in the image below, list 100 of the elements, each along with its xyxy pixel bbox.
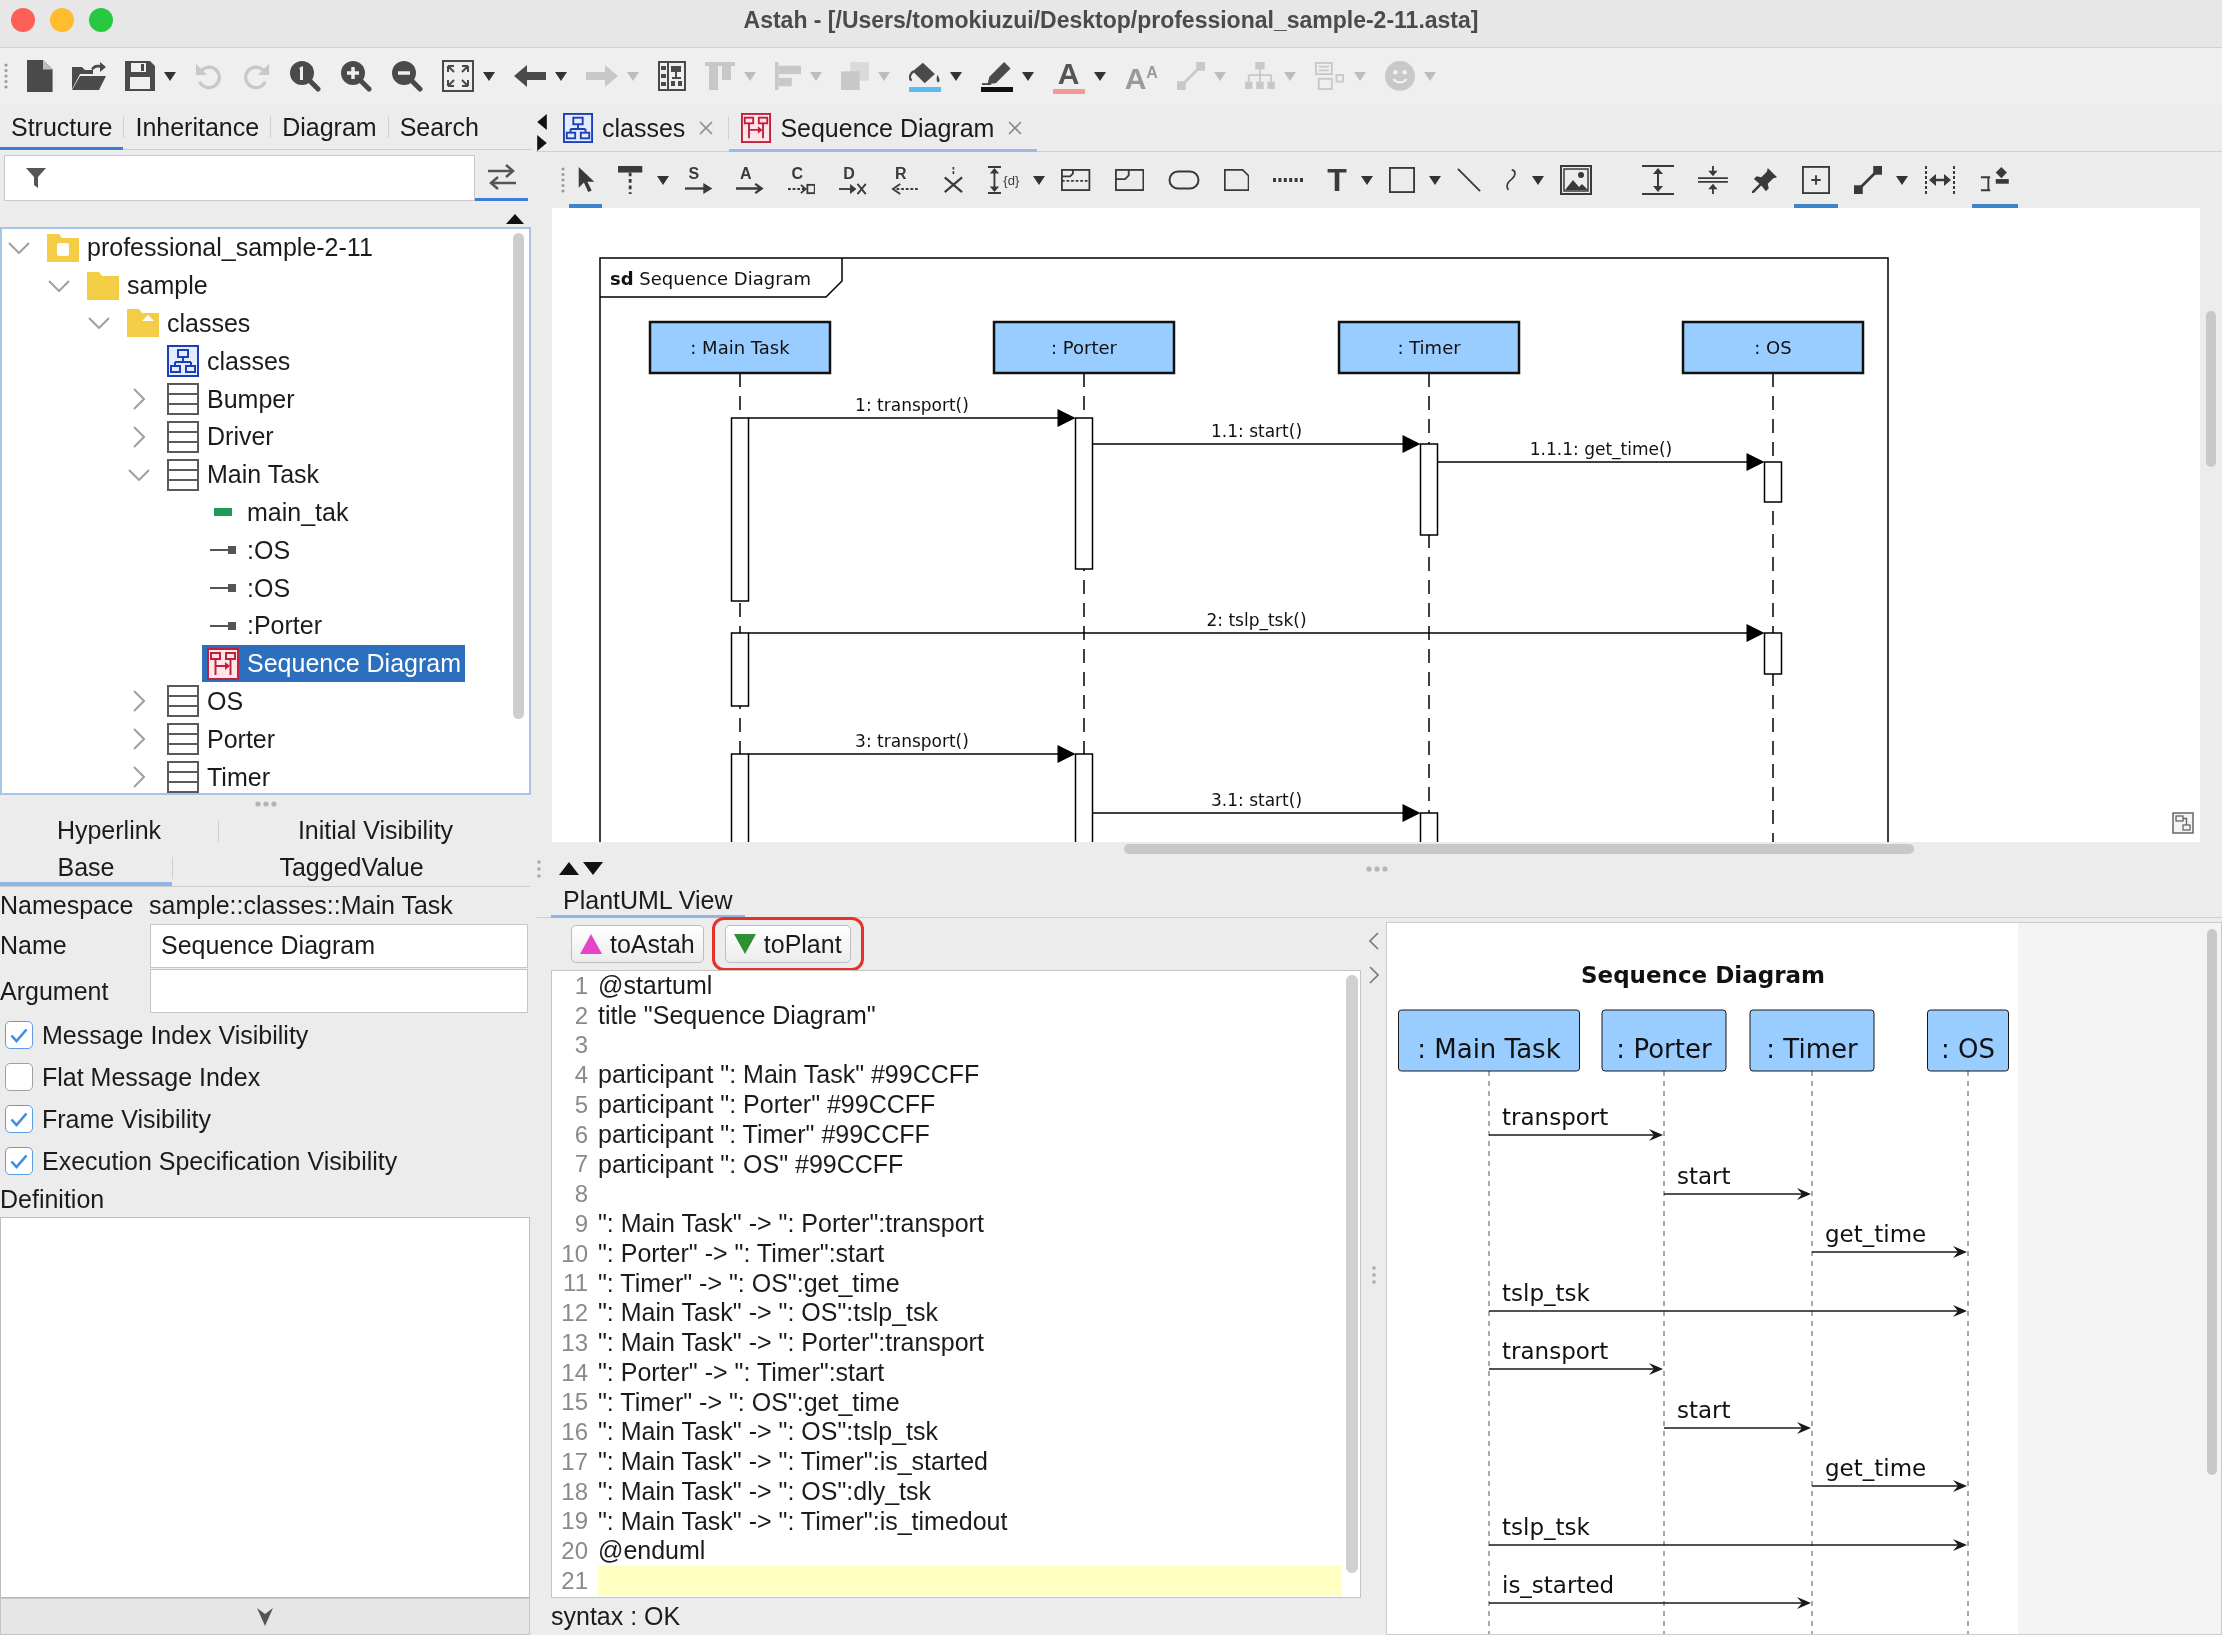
- fit-screen-icon[interactable]: [441, 60, 474, 92]
- to-plant-button[interactable]: toPlant: [724, 925, 851, 963]
- create-message-tool[interactable]: C: [779, 152, 824, 208]
- chevron-down-icon[interactable]: [88, 317, 110, 330]
- tree-item[interactable]: classes: [162, 342, 295, 380]
- checkbox[interactable]: [5, 1063, 33, 1091]
- caret-icon[interactable]: [1360, 175, 1373, 185]
- async-message-tool[interactable]: A: [728, 152, 772, 208]
- activation-bar[interactable]: [730, 417, 750, 602]
- tree-item[interactable]: :Porter: [202, 607, 327, 645]
- grip-icon[interactable]: [1366, 865, 1388, 872]
- destroy-message-tool[interactable]: D: [831, 152, 875, 208]
- chevron-right-icon[interactable]: [133, 728, 145, 751]
- tree-item[interactable]: Bumper: [162, 380, 299, 418]
- tree-item[interactable]: :OS: [202, 531, 295, 569]
- property-tab[interactable]: Initial Visibility: [219, 812, 532, 849]
- caret-icon[interactable]: [1093, 71, 1106, 81]
- magnifier-icon[interactable]: [288, 60, 321, 92]
- left-arrow-icon[interactable]: [513, 65, 546, 87]
- grip-icon[interactable]: [537, 858, 541, 879]
- close-icon[interactable]: [699, 121, 714, 135]
- text-tool[interactable]: T: [1319, 152, 1355, 208]
- caret-icon[interactable]: [482, 71, 495, 81]
- caret-icon[interactable]: [949, 71, 962, 81]
- chevron-right-icon[interactable]: [133, 766, 145, 789]
- tree-item[interactable]: classes: [122, 305, 255, 342]
- checkbox[interactable]: [5, 1147, 33, 1175]
- scrollbar[interactable]: [2207, 929, 2217, 1475]
- grip-icon[interactable]: [1371, 1265, 1376, 1285]
- tree-item[interactable]: OS: [162, 682, 248, 720]
- tree-item[interactable]: Sequence Diagram: [202, 645, 465, 683]
- scrollbar[interactable]: [1346, 975, 1358, 1573]
- chevron-right-icon[interactable]: [133, 690, 145, 713]
- lifeline-head[interactable]: [1681, 320, 1865, 375]
- lifeline-head[interactable]: [1337, 320, 1521, 375]
- code-editor[interactable]: [551, 970, 1361, 1598]
- filter-field[interactable]: [4, 155, 475, 201]
- grip-icon[interactable]: [4, 63, 8, 89]
- layout-icon[interactable]: [657, 61, 686, 91]
- right-triangle-icon[interactable]: [536, 135, 548, 151]
- tree-item[interactable]: main_tak: [202, 493, 353, 531]
- scrollbar[interactable]: [1124, 844, 1914, 854]
- left-triangle-icon[interactable]: [536, 114, 548, 130]
- close-icon[interactable]: [1008, 121, 1023, 135]
- activation-bar[interactable]: [730, 632, 750, 707]
- activation-bar[interactable]: [1763, 632, 1783, 675]
- checkbox[interactable]: [5, 1021, 33, 1049]
- panel-tab[interactable]: Search: [388, 104, 490, 150]
- text-field[interactable]: Sequence Diagram: [150, 923, 528, 968]
- caret-icon[interactable]: [1033, 175, 1046, 185]
- scrollbar[interactable]: [2206, 311, 2216, 467]
- chevron-right-icon[interactable]: [133, 388, 145, 411]
- tree-item[interactable]: Porter: [162, 720, 280, 758]
- tree-item[interactable]: Timer: [162, 758, 274, 793]
- checkbox[interactable]: [5, 1105, 33, 1133]
- caret-icon[interactable]: [656, 175, 669, 185]
- activation-bar[interactable]: [730, 753, 750, 842]
- scrollbar[interactable]: [513, 233, 524, 719]
- activation-bar[interactable]: [1074, 417, 1094, 570]
- up-triangle-icon[interactable]: [559, 862, 579, 875]
- sync-message-tool[interactable]: S: [676, 152, 721, 208]
- duration-tool[interactable]: {d}: [979, 152, 1028, 208]
- chevron-down-icon[interactable]: [128, 468, 150, 481]
- property-tab[interactable]: Base: [0, 849, 172, 886]
- chevron-right-icon[interactable]: [133, 425, 145, 448]
- to-astah-button[interactable]: toAstah: [571, 925, 704, 963]
- panel-tab[interactable]: Structure: [0, 104, 124, 150]
- tree-item[interactable]: Main Task: [162, 456, 324, 494]
- tree-item[interactable]: Driver: [162, 418, 278, 456]
- caret-icon[interactable]: [1428, 175, 1441, 185]
- property-tab[interactable]: Hyperlink: [0, 812, 218, 849]
- tree-item[interactable]: sample: [82, 267, 212, 305]
- chevron-down-icon[interactable]: [48, 279, 70, 292]
- chevron-right-icon[interactable]: [1368, 966, 1379, 984]
- caret-icon[interactable]: [1532, 175, 1545, 185]
- new-file-icon[interactable]: [27, 60, 53, 92]
- zoom-out-icon[interactable]: [390, 60, 423, 92]
- overview-icon[interactable]: [2172, 812, 2194, 834]
- caret-icon[interactable]: [1021, 71, 1034, 81]
- chevron-left-icon[interactable]: [1368, 932, 1379, 950]
- editor-tab[interactable]: Sequence Diagram: [729, 104, 1038, 152]
- tree-item[interactable]: professional_sample-2-11: [42, 229, 377, 267]
- caret-icon[interactable]: [554, 71, 567, 81]
- zoom-in-icon[interactable]: [339, 60, 372, 92]
- activation-bar[interactable]: [1419, 812, 1439, 842]
- caret-icon[interactable]: [163, 71, 176, 81]
- grip-icon[interactable]: [561, 167, 565, 193]
- pen-icon[interactable]: [981, 60, 1012, 85]
- view-tab[interactable]: PlantUML View: [551, 880, 745, 918]
- caret-icon[interactable]: [1896, 175, 1909, 185]
- definition-field[interactable]: [0, 1217, 530, 1598]
- panel-tab[interactable]: Inheritance: [124, 104, 271, 150]
- lifeline-head[interactable]: [992, 320, 1176, 375]
- activation-bar[interactable]: [1074, 753, 1094, 842]
- activation-bar[interactable]: [1763, 461, 1783, 503]
- font-color-button[interactable]: A: [1052, 58, 1085, 94]
- panel-tab[interactable]: Diagram: [271, 104, 388, 150]
- up-triangle-icon[interactable]: [506, 214, 524, 224]
- grip-icon[interactable]: [255, 800, 277, 807]
- text-field[interactable]: [150, 969, 528, 1014]
